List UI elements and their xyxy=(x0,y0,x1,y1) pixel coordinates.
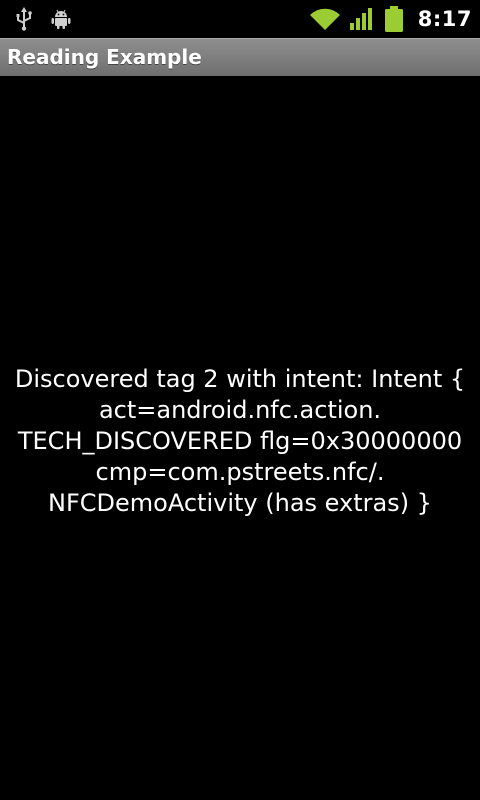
main-content: Discovered tag 2 with intent: Intent { a… xyxy=(0,76,480,800)
signal-icon xyxy=(349,8,374,30)
system-status: 8:17 xyxy=(309,4,472,34)
device-screen: 8:17 Reading Example Discovered tag 2 wi… xyxy=(0,0,480,800)
usb-icon xyxy=(14,7,34,31)
wifi-icon xyxy=(309,8,340,30)
message-line: NFCDemoActivity (has extras) } xyxy=(48,488,432,517)
nfc-intent-message: Discovered tag 2 with intent: Intent { a… xyxy=(0,364,480,519)
app-title-bar: Reading Example xyxy=(0,38,480,76)
message-line: TECH_DISCOVERED flg=0x30000000 xyxy=(17,426,463,455)
battery-icon xyxy=(384,6,404,32)
android-debug-icon xyxy=(50,8,72,30)
notification-icons xyxy=(14,6,72,32)
message-line: act=android.nfc.action. xyxy=(98,395,382,424)
status-time: 8:17 xyxy=(417,7,472,31)
status-bar: 8:17 xyxy=(0,0,480,38)
message-line: Discovered tag 2 with intent: Intent { xyxy=(14,364,466,393)
message-line: cmp=com.pstreets.nfc/. xyxy=(95,457,385,486)
app-title: Reading Example xyxy=(7,45,202,69)
